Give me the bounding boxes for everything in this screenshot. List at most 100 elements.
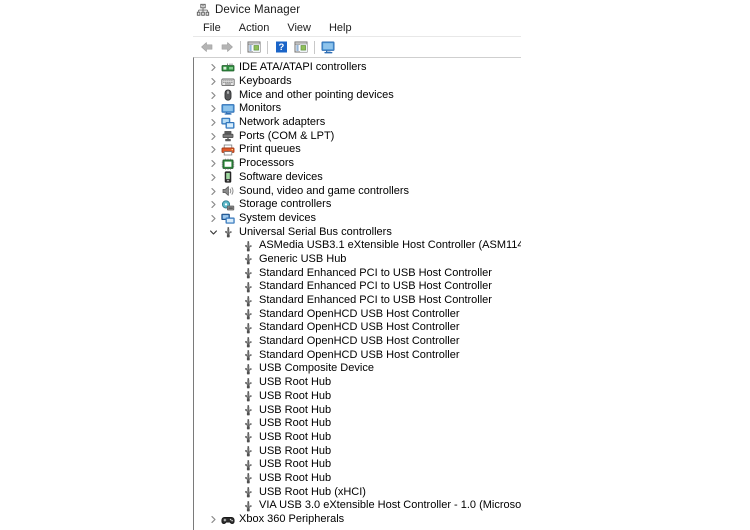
tree-item-label: Standard Enhanced PCI to USB Host Contro… [259, 266, 492, 279]
tree-item-label: USB Root Hub [259, 417, 332, 430]
tree-item-label: VIA USB 3.0 eXtensible Host Controller -… [259, 499, 521, 512]
tree-device-row[interactable]: USB Root Hub [194, 472, 521, 486]
chevron-right-icon[interactable] [207, 116, 220, 129]
tree-item-label: Storage controllers [239, 198, 332, 211]
chevron-right-icon[interactable] [207, 212, 220, 225]
tree-category-row[interactable]: Mice and other pointing devices [194, 88, 521, 102]
tree-device-row[interactable]: Standard OpenHCD USB Host Controller [194, 335, 521, 349]
chevron-right-icon[interactable] [207, 89, 220, 102]
tree-item-label: Network adapters [239, 116, 326, 129]
tree-category-row[interactable]: Xbox 360 Peripherals [194, 513, 521, 527]
tree-category-row[interactable]: Storage controllers [194, 198, 521, 212]
forward-arrow-icon [221, 42, 233, 52]
svg-text:?: ? [278, 42, 284, 53]
help-button[interactable]: ? [271, 38, 291, 56]
tree-category-row[interactable]: Monitors [194, 102, 521, 116]
tree-category-row[interactable]: Network adapters [194, 116, 521, 130]
usb-icon [220, 226, 235, 239]
usb-icon [240, 294, 255, 307]
tree-item-label: Ports (COM & LPT) [239, 129, 335, 142]
menu-help[interactable]: Help [323, 21, 360, 35]
tree-item-label: USB Root Hub [259, 444, 332, 457]
chevron-right-icon[interactable] [207, 513, 220, 526]
chevron-right-icon[interactable] [207, 130, 220, 143]
tree-category-row[interactable]: IDE ATA/ATAPI controllers [194, 61, 521, 75]
usb-icon [240, 253, 255, 266]
tree-device-row[interactable]: ASMedia USB3.1 eXtensible Host Controlle… [194, 239, 521, 253]
tree-device-row[interactable]: USB Root Hub (xHCI) [194, 485, 521, 499]
console-tree-icon [247, 41, 261, 53]
tree-item-label: Generic USB Hub [259, 252, 347, 265]
tree-device-row[interactable]: Generic USB Hub [194, 253, 521, 267]
tree-category-row[interactable]: Print queues [194, 143, 521, 157]
properties-button[interactable] [291, 38, 311, 56]
tree-device-row[interactable]: Standard OpenHCD USB Host Controller [194, 321, 521, 335]
tree-device-row[interactable]: USB Root Hub [194, 444, 521, 458]
show-hide-console-tree-button[interactable] [244, 38, 264, 56]
menu-file[interactable]: File [197, 21, 229, 35]
tree-category-row[interactable]: Universal Serial Bus controllers [194, 225, 521, 239]
tree-device-row[interactable]: VIA USB 3.0 eXtensible Host Controller -… [194, 499, 521, 513]
monitor-icon [321, 41, 334, 53]
device-tree-panel[interactable]: IDE ATA/ATAPI controllers Keyboards Mice a… [193, 57, 521, 530]
ide-controller-icon [220, 61, 235, 74]
chevron-right-icon[interactable] [207, 75, 220, 88]
tree-device-row[interactable]: USB Root Hub [194, 458, 521, 472]
tree-device-row[interactable]: USB Root Hub [194, 376, 521, 390]
tree-category-row[interactable]: Sound, video and game controllers [194, 184, 521, 198]
menu-view[interactable]: View [281, 21, 319, 35]
tree-category-row[interactable]: Processors [194, 157, 521, 171]
tree-item-label: System devices [239, 211, 317, 224]
tree-device-row[interactable]: Standard Enhanced PCI to USB Host Contro… [194, 294, 521, 308]
usb-icon [240, 472, 255, 485]
tree-item-label: Processors [239, 157, 295, 170]
tree-category-row[interactable]: Keyboards [194, 75, 521, 89]
chevron-right-icon[interactable] [207, 171, 220, 184]
tree-item-label: Universal Serial Bus controllers [239, 225, 392, 238]
back-arrow-icon [201, 42, 213, 52]
back-button[interactable] [197, 38, 217, 56]
usb-icon [240, 404, 255, 417]
tree-item-label: Xbox 360 Peripherals [239, 513, 345, 526]
tree-category-row[interactable]: Software devices [194, 171, 521, 185]
tree-device-row[interactable]: Standard Enhanced PCI to USB Host Contro… [194, 266, 521, 280]
tree-item-label: Standard OpenHCD USB Host Controller [259, 348, 460, 361]
chevron-down-icon[interactable] [207, 226, 220, 239]
tree-device-row[interactable]: USB Root Hub [194, 390, 521, 404]
tree-category-row[interactable]: Ports (COM & LPT) [194, 129, 521, 143]
chevron-right-icon[interactable] [207, 61, 220, 74]
tree-category-row[interactable]: System devices [194, 212, 521, 226]
tree-item-label: Standard OpenHCD USB Host Controller [259, 307, 460, 320]
tree-item-label: ASMedia USB3.1 eXtensible Host Controlle… [259, 239, 521, 252]
tree-item-label: Print queues [239, 143, 301, 156]
chevron-right-icon[interactable] [207, 185, 220, 198]
forward-button[interactable] [217, 38, 237, 56]
chevron-right-icon[interactable] [207, 102, 220, 115]
chevron-right-icon[interactable] [207, 198, 220, 211]
tree-device-row[interactable]: Standard OpenHCD USB Host Controller [194, 348, 521, 362]
chevron-right-icon[interactable] [207, 143, 220, 156]
scan-hardware-changes-button[interactable] [318, 38, 338, 56]
tree-item-label: IDE ATA/ATAPI controllers [239, 61, 367, 74]
tree-device-row[interactable]: USB Root Hub [194, 403, 521, 417]
usb-icon [240, 445, 255, 458]
usb-icon [240, 376, 255, 389]
tree-device-row[interactable]: Standard OpenHCD USB Host Controller [194, 307, 521, 321]
toolbar-separator-2 [267, 40, 268, 54]
tree-device-row[interactable]: USB Root Hub [194, 431, 521, 445]
chevron-right-icon[interactable] [207, 157, 220, 170]
menu-action[interactable]: Action [233, 21, 278, 35]
tree-device-row[interactable]: Standard Enhanced PCI to USB Host Contro… [194, 280, 521, 294]
tree-device-row[interactable]: USB Composite Device [194, 362, 521, 376]
tree-device-row[interactable]: USB Root Hub [194, 417, 521, 431]
